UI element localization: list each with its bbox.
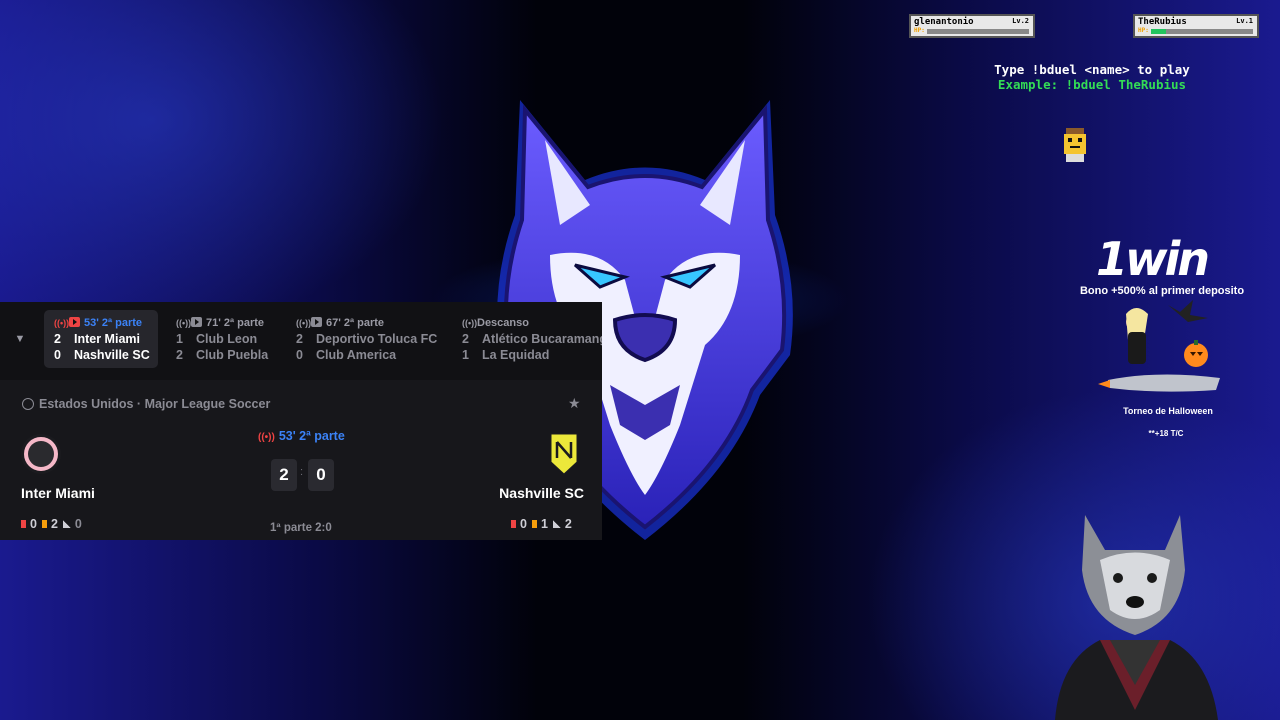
star-icon[interactable]: ★ [568,395,581,412]
home-score: 2 [271,459,297,491]
ticker-away-team: La Equidad [482,348,550,362]
score-widget: ▼ ((•)) 53' 2ª parte 2 Inter Miami 0 Nashvi… [0,302,602,540]
score-separator: : [300,466,304,478]
player1-hp-bar [927,29,1029,34]
ticker-home-team: Club Leon [196,332,258,346]
ticker-match-status: 53' 2ª parte [84,317,143,329]
terms-text: **+18 T/C [1148,429,1184,438]
ticker-match-status: 71' 2ª parte [206,317,265,329]
away-yellow-cards: 1 [540,517,548,531]
ticker-away-team: Nashville SC [74,348,150,362]
home-corners: 0 [74,517,82,531]
live-broadcast-icon: ((•)) [176,318,192,328]
player2-hp-bar [1151,29,1253,34]
yellow-card-icon [531,520,537,528]
ticker-match-card[interactable]: ((•))Descanso 2 Atlético Bucaramanga 1 La … [452,310,602,368]
player2-level: Lv.1 [1236,17,1253,25]
ticker-home-score: 1 [176,332,183,346]
halftime-score: 1ª parte 2:0 [270,522,332,534]
ticker-home-team: Deportivo Toluca FC [316,332,438,346]
streamer-webcam [1055,515,1218,720]
player1-hp-card: glenantonio Lv.2 HP: [909,14,1035,38]
league-breadcrumb[interactable]: Estados Unidos · Major League Soccer [22,397,270,411]
player2-name: TheRubius [1138,17,1187,27]
ticker-home-score: 2 [296,332,303,346]
live-broadcast-icon: ((•)) [462,318,478,328]
player2-hp-fill [1151,29,1167,34]
league-name: Estados Unidos · Major League Soccer [39,397,271,411]
video-icon [311,317,322,327]
away-corners: 2 [564,517,572,531]
globe-icon [22,398,34,410]
ticker-away-score: 1 [462,348,469,362]
ticker-away-score: 0 [296,348,303,362]
video-icon [69,317,80,327]
ticker-home-score: 2 [54,332,61,346]
ticker-away-team: Club America [316,348,397,362]
live-broadcast-icon: ((•)) [258,432,275,443]
home-red-cards: 0 [30,517,37,531]
player1-level: Lv.2 [1012,17,1029,25]
match-ticker: ▼ ((•)) 53' 2ª parte 2 Inter Miami 0 Nashvi… [0,302,602,380]
match-status: ((•)) 53' 2ª parte [258,429,345,443]
ticker-match-status: Descanso [477,317,529,329]
chevron-down-icon[interactable]: ▼ [10,333,30,347]
home-team-name[interactable]: Inter Miami [21,485,95,501]
player2-hp-card: TheRubius Lv.1 HP: [1133,14,1259,38]
away-team-name[interactable]: Nashville SC [499,485,584,501]
red-card-icon [511,520,516,528]
sponsor-bonus-text: Bono +500% al primer deposito [1079,285,1245,297]
inter-miami-crest [21,434,61,474]
live-broadcast-icon: ((•)) [54,318,70,328]
player1-name: glenantonio [914,17,974,27]
yellow-card-icon [41,520,47,528]
ticker-away-score: 0 [54,348,61,362]
corner-flag-icon [552,520,561,528]
away-score: 0 [308,459,334,491]
live-broadcast-icon: ((•)) [296,318,312,328]
player1-hp-label: HP: [914,27,925,34]
sponsor-logo: 1win [1096,232,1210,286]
ticker-home-team: Inter Miami [74,332,140,346]
player2-hp-label: HP: [1138,27,1149,34]
video-icon [191,317,202,327]
corner-flag-icon [62,520,71,528]
ticker-away-team: Club Puebla [196,348,269,362]
ticker-away-score: 2 [176,348,183,362]
duel-instruction-text: Type !bduel <name> to play [994,62,1190,77]
ticker-home-score: 2 [462,332,469,346]
nashville-crest [550,433,578,475]
duel-example-text: Example: !bduel TheRubius [997,77,1187,92]
pixel-character-sprite [1064,128,1086,162]
halloween-promo-art [1098,300,1220,392]
duel-instructions: Type !bduel <name> to play Example: !bdu… [944,62,1240,92]
ticker-home-team: Atlético Bucaramanga [482,332,602,346]
red-card-icon [21,520,26,528]
ticker-match-card[interactable]: ((•)) 71' 2ª parte 1 Club Leon 2 Club Puebl… [166,310,276,368]
match-status-text: 53' 2ª parte [278,429,345,443]
ticker-match-card[interactable]: ((•)) 53' 2ª parte 2 Inter Miami 0 Nashvill… [44,310,158,368]
home-stats: 020 [21,517,82,531]
home-yellow-cards: 2 [50,517,58,531]
ticker-match-status: 67' 2ª parte [326,317,385,329]
away-red-cards: 0 [520,517,527,531]
tournament-title: Torneo de Halloween [1123,406,1213,416]
ticker-match-card[interactable]: ((•)) 67' 2ª parte 2 Deportivo Toluca FC 0… [286,310,444,368]
away-stats: 01 2 [511,517,572,531]
